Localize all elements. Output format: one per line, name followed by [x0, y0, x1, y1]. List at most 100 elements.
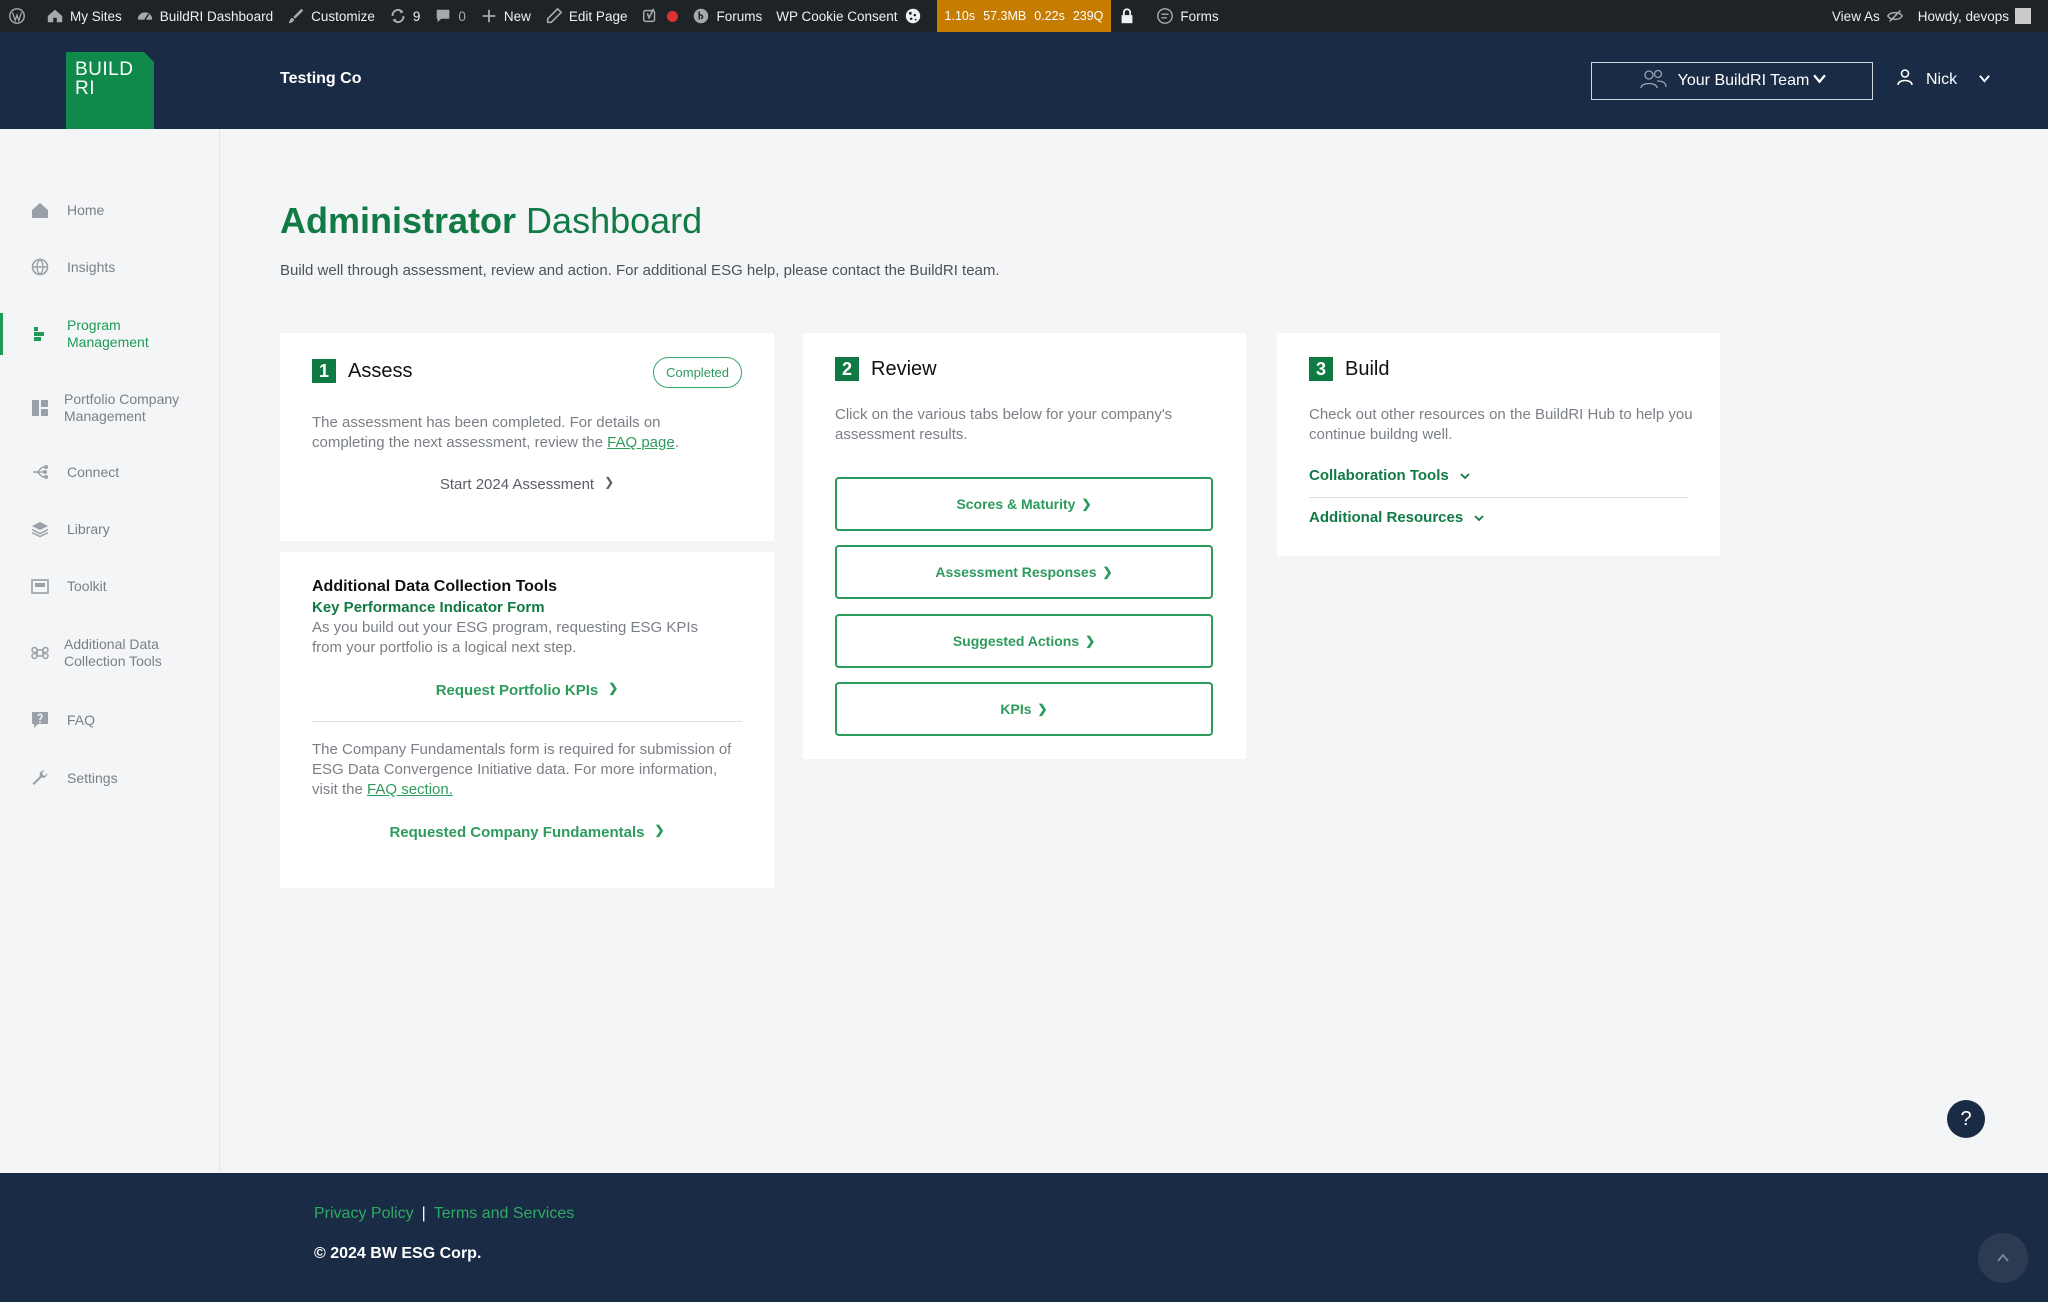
sidebar-nav: Home Insights Program Management Portfol… — [0, 129, 220, 1173]
my-account-menu[interactable]: Howdy, devops — [1911, 0, 2038, 32]
company-fundamentals-label: Requested Company Fundamentals — [389, 824, 645, 841]
assessment-responses-label: Assessment Responses — [935, 564, 1097, 580]
chevron-right-icon: ❯ — [1102, 565, 1113, 579]
sidebar-item-label: Toolkit — [67, 577, 107, 594]
chevron-right-icon: ❯ — [1037, 702, 1048, 716]
forms-label: Forms — [1180, 8, 1219, 24]
additional-resources-label: Additional Resources — [1309, 509, 1464, 526]
team-button-label: Your BuildRI Team — [1677, 72, 1810, 89]
connect-icon — [31, 463, 49, 481]
chevron-down-icon — [1460, 472, 1470, 479]
comments-menu[interactable]: 0 — [427, 0, 473, 32]
updates-menu[interactable]: 9 — [382, 0, 428, 32]
chevron-up-icon — [1997, 1253, 2009, 1262]
request-kpis-link[interactable]: Request Portfolio KPIs ❯ — [280, 681, 774, 699]
buildri-logo[interactable]: BUILD RI — [66, 52, 154, 139]
my-sites-menu[interactable]: My Sites — [39, 0, 129, 32]
new-content-menu[interactable]: New — [473, 0, 538, 32]
site-footer: Privacy Policy | Terms and Services © 2024… — [0, 1173, 2048, 1302]
collaboration-tools-toggle[interactable]: Collaboration Tools — [1309, 467, 1471, 484]
build-title: Build — [1345, 357, 1390, 380]
data-collection-title: Additional Data Collection Tools — [312, 578, 558, 595]
home-icon — [46, 7, 64, 25]
suggested-actions-button[interactable]: Suggested Actions ❯ — [835, 614, 1213, 668]
lock-menu[interactable] — [1111, 0, 1149, 32]
sidebar-item-additional-data-collection-tools[interactable]: Additional Data Collection Tools — [0, 636, 219, 670]
footer-separator: | — [421, 1205, 426, 1222]
kpi-form-title: Key Performance Indicator Form — [312, 599, 545, 616]
grid-icon — [31, 399, 49, 417]
wp-admin-bar: My Sites BuildRI Dashboard Customize 9 0… — [0, 0, 2048, 32]
sidebar-item-faq[interactable]: FAQ — [0, 711, 219, 729]
sidebar-item-label: Portfolio Company Management — [64, 391, 180, 424]
site-dashboard-menu[interactable]: BuildRI Dashboard — [129, 0, 280, 32]
seo-status-dot — [667, 10, 679, 22]
review-title: Review — [871, 357, 937, 380]
help-button[interactable]: ? — [1947, 1100, 1985, 1138]
query-monitor-metrics[interactable]: 1.10s 57.3MB 0.22s 239Q — [936, 0, 1112, 32]
privacy-policy-link[interactable]: Privacy Policy — [314, 1205, 414, 1222]
forms-menu[interactable]: Forms — [1149, 0, 1225, 32]
site-dashboard-label: BuildRI Dashboard — [159, 8, 274, 24]
scroll-to-top-button[interactable] — [1978, 1233, 2028, 1283]
admin-bar-secondary: View As Howdy, devops — [1825, 0, 2038, 32]
sidebar-item-settings[interactable]: Settings — [0, 769, 219, 787]
scores-maturity-label: Scores & Maturity — [956, 496, 1076, 512]
chevron-down-icon — [1813, 72, 1827, 90]
assess-text: The assessment has been completed. For d… — [312, 413, 732, 453]
start-assessment-link[interactable]: Start 2024 Assessment ❯ — [280, 475, 774, 493]
sidebar-item-connect[interactable]: Connect — [0, 463, 219, 481]
sidebar-item-label: Connect — [67, 463, 120, 480]
sidebar-item-toolkit[interactable]: Toolkit — [0, 577, 219, 595]
cookie-consent-label: WP Cookie Consent — [776, 8, 898, 24]
chevron-right-icon: ❯ — [1085, 634, 1096, 648]
sidebar-item-portfolio-company-management[interactable]: Portfolio Company Management — [0, 391, 219, 425]
additional-resources-toggle[interactable]: Additional Resources — [1309, 509, 1485, 526]
team-dropdown-button[interactable]: Your BuildRI Team — [1591, 62, 1873, 100]
sidebar-item-library[interactable]: Library — [0, 520, 219, 538]
forums-icon — [692, 7, 710, 25]
sidebar-item-label: Settings — [67, 769, 118, 786]
refresh-icon — [389, 7, 407, 25]
customize-menu[interactable]: Customize — [280, 0, 382, 32]
faq-page-link[interactable]: FAQ page — [607, 434, 675, 451]
build-card: 3 Build Check out other resources on the… — [1277, 333, 1720, 556]
yoast-menu[interactable] — [634, 0, 685, 32]
wp-logo-menu[interactable] — [0, 0, 39, 32]
edit-page-label: Edit Page — [568, 8, 628, 24]
sidebar-item-insights[interactable]: Insights — [0, 258, 219, 276]
chevron-right-icon: ❯ — [608, 681, 619, 695]
user-menu[interactable]: Nick — [1896, 68, 1990, 91]
my-sites-label: My Sites — [70, 8, 122, 24]
sidebar-item-program-management[interactable]: Program Management — [0, 313, 219, 355]
assessment-responses-button[interactable]: Assessment Responses ❯ — [835, 545, 1213, 599]
globe-icon — [31, 258, 49, 276]
review-card-title: 2 Review — [835, 357, 937, 381]
faq-section-link[interactable]: FAQ section. — [367, 781, 453, 798]
comments-count: 0 — [458, 8, 466, 24]
forms-icon — [1156, 7, 1174, 25]
avatar — [2015, 8, 2031, 24]
chevron-down-icon — [1979, 71, 1990, 89]
company-fundamentals-link[interactable]: Requested Company Fundamentals ❯ — [280, 823, 774, 841]
team-icon — [1638, 68, 1668, 95]
view-as-menu[interactable]: View As — [1825, 0, 1911, 32]
status-badge: Completed — [653, 357, 742, 388]
assess-card: 1 Assess Completed The assessment has be… — [280, 333, 774, 541]
eye-hidden-icon — [1886, 7, 1904, 25]
cookie-consent-menu[interactable]: WP Cookie Consent — [769, 0, 928, 32]
chevron-down-icon — [1474, 514, 1484, 521]
brush-icon — [287, 7, 305, 25]
plus-icon — [480, 7, 498, 25]
wrench-icon — [31, 769, 49, 787]
terms-link[interactable]: Terms and Services — [434, 1205, 575, 1222]
scores-maturity-button[interactable]: Scores & Maturity ❯ — [835, 477, 1213, 531]
user-name: Nick — [1926, 70, 1958, 88]
wordpress-icon — [8, 7, 26, 25]
kpis-button[interactable]: KPIs ❯ — [835, 682, 1213, 736]
build-text: Check out other resources on the BuildRI… — [1309, 406, 1693, 443]
cookie-icon — [904, 7, 922, 25]
sidebar-item-home[interactable]: Home — [0, 201, 219, 219]
edit-page-menu[interactable]: Edit Page — [538, 0, 635, 32]
forums-menu[interactable]: Forums — [685, 0, 769, 32]
